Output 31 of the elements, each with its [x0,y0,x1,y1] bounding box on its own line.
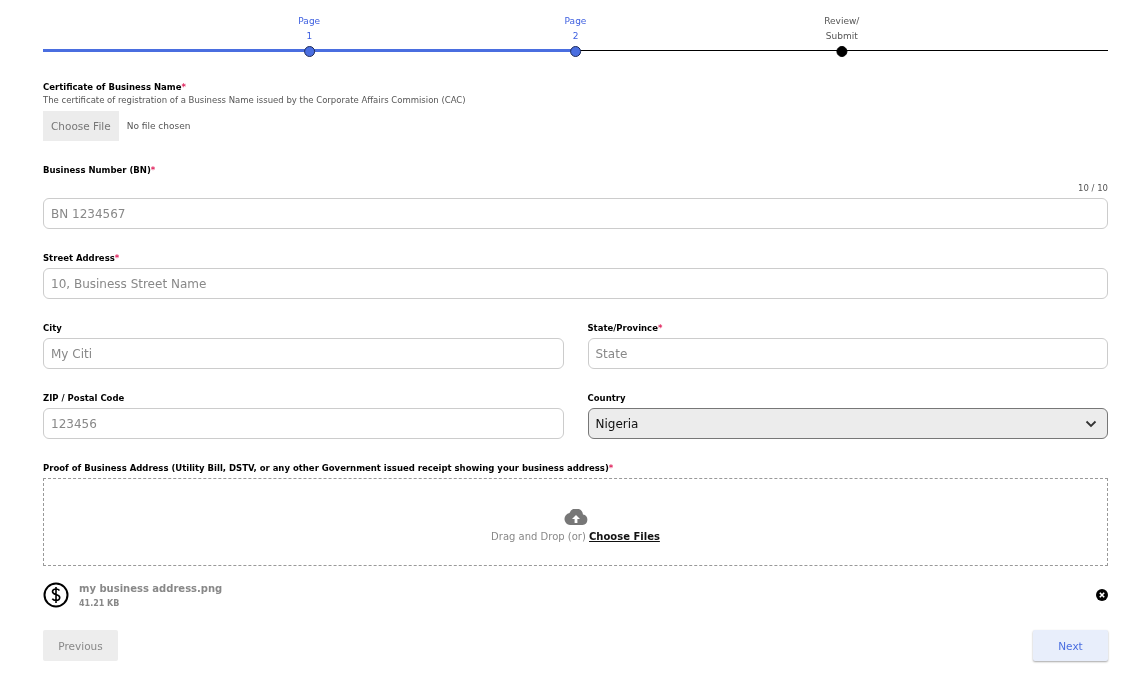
file-name: my business address.png [79,582,224,594]
field-label: ZIP / Postal Code [43,393,126,403]
field-label: Business Number (BN)* [43,165,157,175]
text-input-field[interactable]: 10, Business Street Name [43,268,1108,299]
drop-zone[interactable]: Drag and Drop (or) Choose Files [43,478,1108,566]
choose-file-button[interactable]: Choose File [43,111,119,141]
text-input-field[interactable]: My Citi [43,338,564,369]
field-label: Street Address* [43,253,121,263]
next-button[interactable]: Next [1033,630,1108,661]
step-label[interactable]: Page 2 [564,14,587,44]
country-select[interactable]: Nigeria [587,408,1108,439]
field-label: State/Province* [587,323,664,333]
field-label: Proof of Business Address (Utility Bill, DSTV, or any other Government issued receipt showing your business address)* [43,463,615,473]
step-label[interactable]: Review/ Submit [824,14,860,44]
file-size: 41.21 KB [79,598,121,608]
field-label: City [43,323,63,333]
choose-files-link[interactable]: Choose Files [589,530,660,542]
field-label: Certificate of Business Name* [43,82,187,92]
field-label: Country [587,393,627,403]
chevron-down-icon [1085,419,1097,428]
cloud-upload-icon [563,508,588,525]
character-counter: 10 / 10 [1078,183,1108,193]
text-input-field[interactable]: 123456 [43,408,564,439]
text-input-field[interactable]: State [587,338,1108,369]
dollar-coin-icon [43,582,69,608]
drop-instructions: Drag and Drop (or) [491,530,586,542]
text-input-field[interactable]: BN 1234567 [43,198,1108,229]
step-label[interactable]: Page 1 [298,14,321,44]
file-status: No file chosen [126,121,191,131]
field-description: The certificate of registration of a Business Name issued by the Corporate Affairs Commision (CAC) [43,95,467,105]
close-icon[interactable] [1096,589,1108,601]
